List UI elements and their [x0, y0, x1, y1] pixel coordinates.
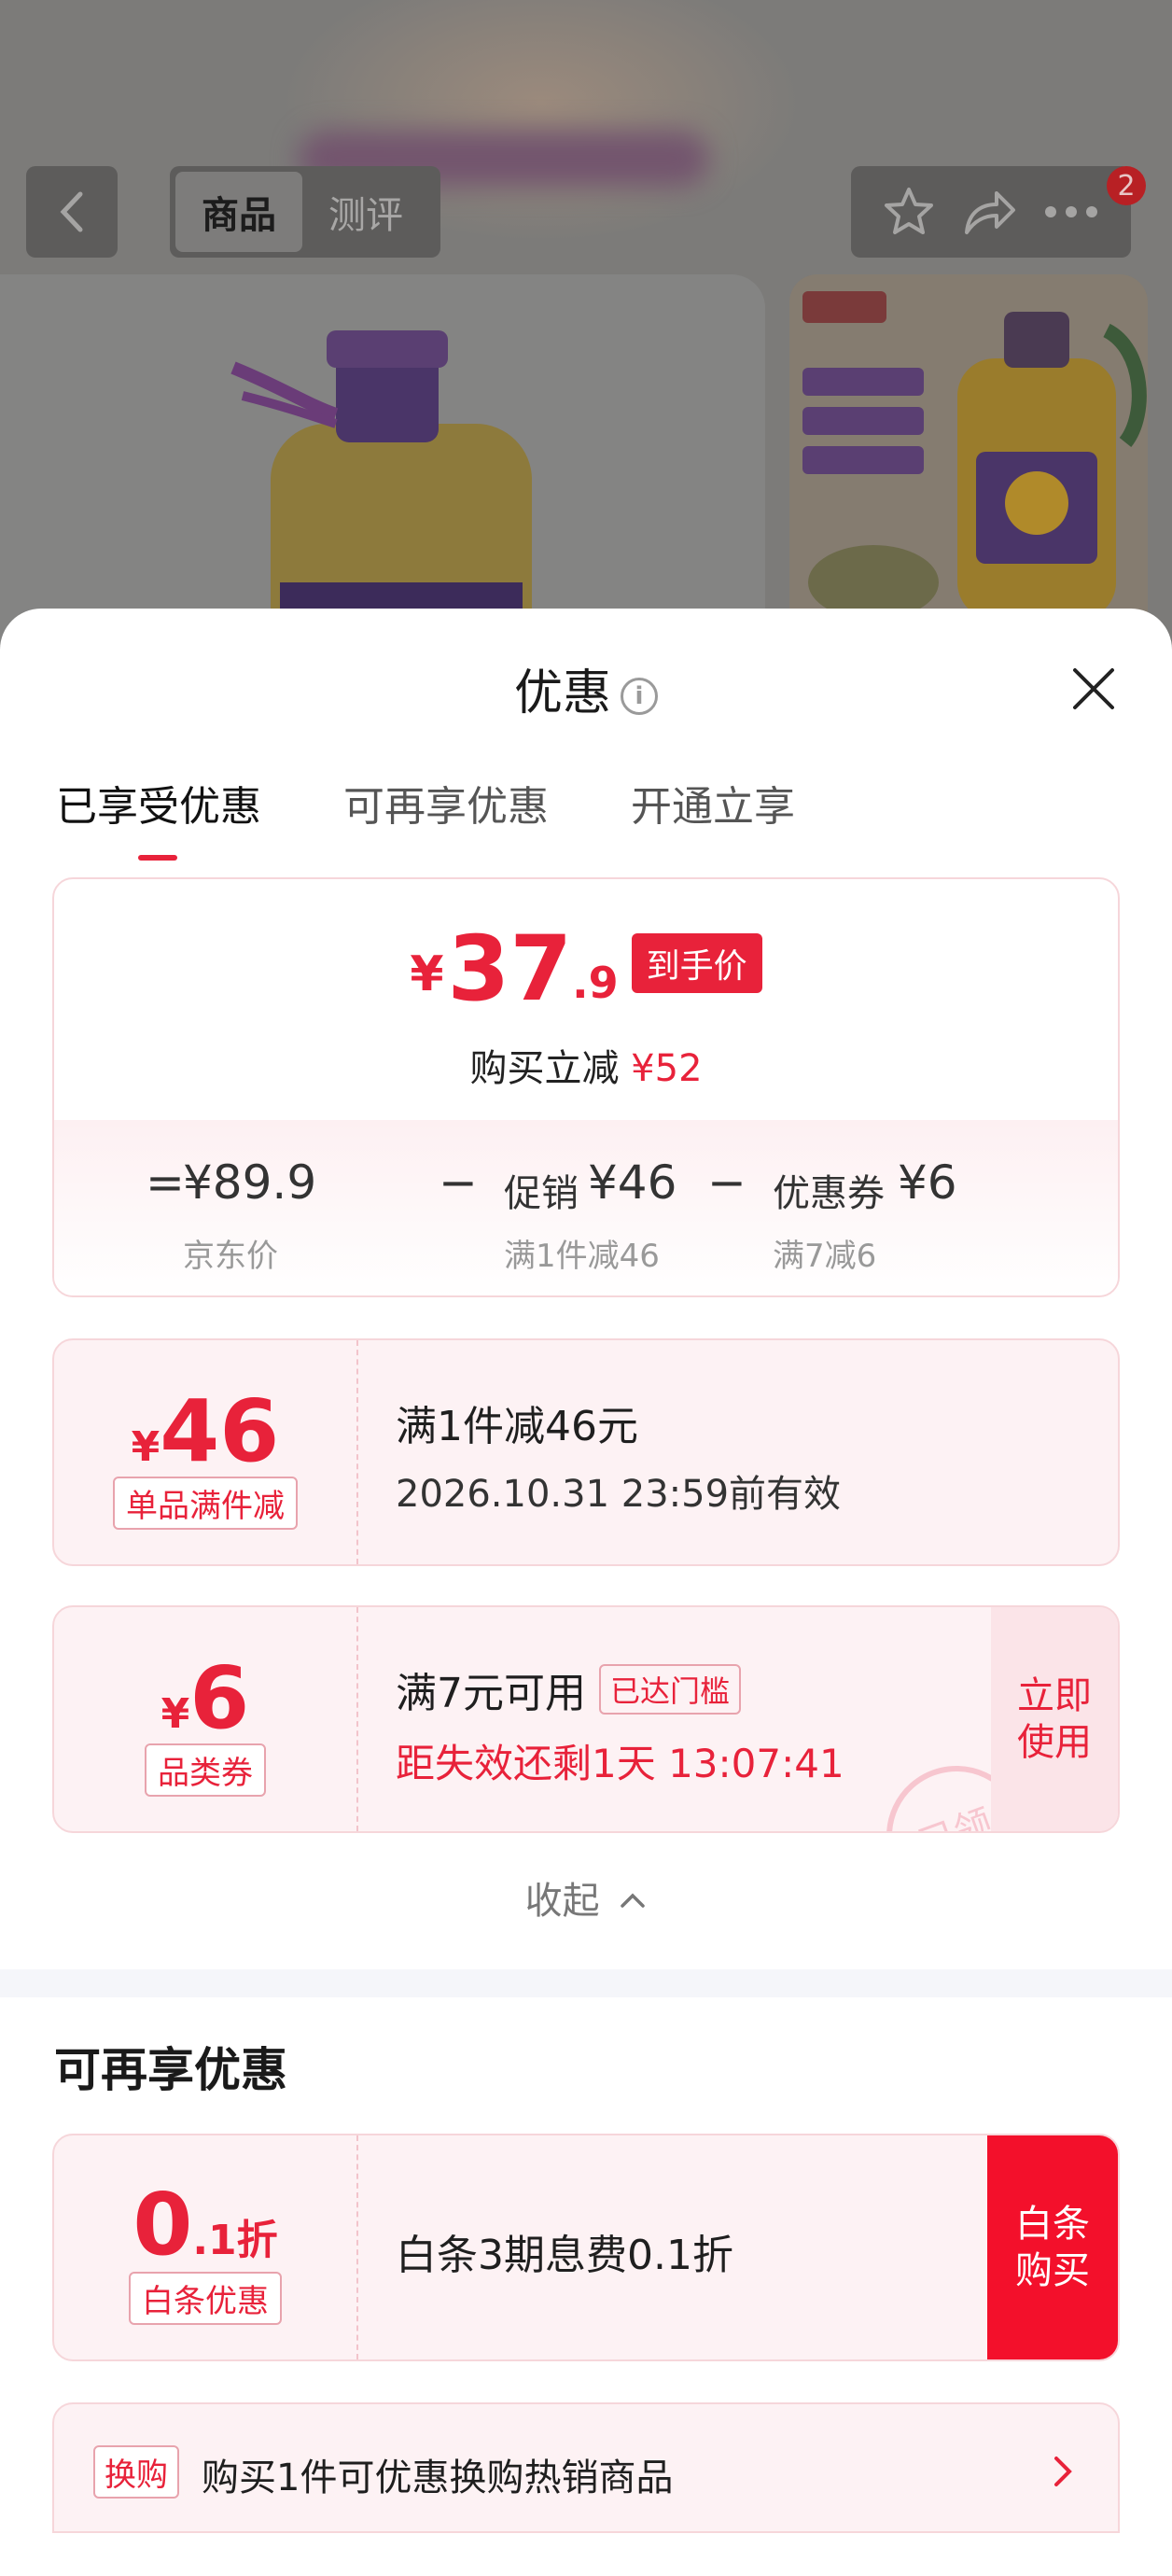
promo-prefix: 促销	[504, 1172, 579, 1215]
promo-amount-block: ¥46 单品满件减	[54, 1340, 356, 1564]
chevron-left-icon	[60, 191, 83, 232]
coupon-label: 满7减6	[773, 1238, 877, 1275]
message-badge: 2	[1107, 166, 1146, 205]
product-image-main[interactable]	[0, 274, 765, 666]
tab-enjoyed[interactable]: 已享受优惠	[56, 773, 261, 861]
card-divider	[356, 1340, 358, 1564]
share-icon[interactable]	[959, 184, 1019, 240]
final-price-currency: ¥	[410, 946, 444, 1002]
saving-amount: ¥52	[631, 1047, 703, 1090]
baitiao-button-line1: 白条	[1015, 2203, 1090, 2246]
back-button[interactable]	[26, 166, 118, 258]
tab-more-available[interactable]: 可再享优惠	[343, 773, 549, 833]
info-icon[interactable]: i	[621, 678, 658, 715]
swap-tag: 换购	[93, 2445, 179, 2499]
more-discounts-title: 可再享优惠	[54, 2043, 287, 2097]
baitiao-buy-button[interactable]: 白条 购买	[987, 2135, 1118, 2359]
coupon-card-title: 满7元可用	[396, 1670, 586, 1717]
close-icon[interactable]	[1069, 665, 1118, 713]
product-image-thumbnail[interactable]	[789, 274, 1148, 648]
equals-sign: =	[146, 1155, 185, 1210]
minus-sign: −	[439, 1155, 478, 1210]
use-button-line1: 立即	[1017, 1674, 1092, 1717]
tab-activate[interactable]: 开通立享	[631, 773, 795, 833]
collapse-label: 收起	[524, 1880, 600, 1923]
baitiao-amount-decimal: .1折	[192, 2217, 278, 2264]
baitiao-button-line2: 购买	[1015, 2249, 1090, 2292]
final-price-integer: 37	[447, 917, 573, 1021]
tab-review[interactable]: 测评	[302, 172, 429, 252]
coupon-card: ¥6 品类券 满7元可用已达门槛 距失效还剩1天 13:07:41 已领 立即使…	[52, 1605, 1120, 1833]
promo-card-title: 满1件减46元	[396, 1403, 638, 1450]
promo-card-tag: 单品满件减	[113, 1477, 298, 1530]
coupon-amount-block: ¥6 品类券	[54, 1607, 356, 1831]
tab-product[interactable]: 商品	[175, 172, 302, 252]
card-divider	[356, 1607, 358, 1831]
card-divider	[356, 2135, 358, 2359]
threshold-reached-badge: 已达门槛	[599, 1664, 742, 1715]
chevron-right-icon	[1054, 2457, 1072, 2486]
price-breakdown: = ¥89.9 京东价 − 促销 ¥46 满1件减46 − 优惠券 ¥6 满7减…	[54, 1120, 1118, 1295]
promo-amount: ¥46	[588, 1155, 677, 1210]
jd-price-label: 京东价	[183, 1238, 278, 1275]
final-price-tag: 到手价	[631, 933, 762, 993]
saving-label: 购买立减	[469, 1047, 620, 1090]
promo-card-currency: ¥	[131, 1423, 160, 1471]
coupon-card-title-row: 满7元可用 已达门槛	[396, 1659, 742, 1719]
collapse-button[interactable]: 收起	[0, 1870, 1172, 1925]
coupon-amount: ¥6	[898, 1155, 957, 1210]
sheet-title: 优惠 i	[0, 653, 1172, 723]
discount-tabs: 已享受优惠 可再享优惠 开通立享	[56, 773, 795, 861]
baitiao-amount-block: 0.1折 白条优惠	[54, 2135, 356, 2359]
oil-poster-image	[789, 274, 1148, 648]
star-icon[interactable]	[881, 184, 937, 240]
oil-bottle-image	[230, 330, 532, 666]
minus-sign: −	[707, 1155, 746, 1210]
sheet-title-text: 优惠	[513, 665, 611, 721]
jd-price: ¥89.9	[183, 1155, 317, 1210]
coupon-card-currency: ¥	[160, 1690, 190, 1738]
coupon-card-amount: 6	[189, 1648, 250, 1748]
price-summary-card: ¥ 37 .9 到手价 购买立减 ¥52 = ¥89.9 京东价 − 促销 ¥4…	[52, 877, 1120, 1297]
promo-card: ¥46 单品满件减 满1件减46元 2026.10.31 23:59前有效	[52, 1338, 1120, 1566]
promo-label: 满1件减46	[504, 1238, 660, 1275]
baitiao-amount-integer: 0	[133, 2175, 193, 2275]
header-tabs: 商品 测评	[170, 166, 440, 258]
baitiao-title: 白条3期息费0.1折	[396, 2232, 733, 2279]
coupon-card-tag: 品类券	[145, 1743, 266, 1797]
baitiao-card: 0.1折 白条优惠 白条3期息费0.1折 白条 购买	[52, 2134, 1120, 2361]
chevron-up-icon	[621, 1893, 646, 1908]
use-button-line2: 使用	[1017, 1721, 1092, 1764]
coupon-countdown: 距失效还剩1天 13:07:41	[396, 1741, 844, 1786]
use-coupon-button[interactable]: 立即 使用	[991, 1607, 1118, 1831]
swap-text: 购买1件可优惠换购热销商品	[202, 2457, 674, 2499]
more-icon[interactable]	[1041, 203, 1101, 221]
swap-purchase-card[interactable]: 换购 购买1件可优惠换购热销商品	[52, 2402, 1120, 2533]
header-actions	[851, 166, 1131, 258]
promo-card-validity: 2026.10.31 23:59前有效	[396, 1473, 842, 1516]
final-price: ¥ 37 .9 到手价	[54, 924, 1118, 1014]
section-separator	[0, 1969, 1172, 1997]
total-saving: 购买立减 ¥52	[54, 1038, 1118, 1092]
baitiao-tag: 白条优惠	[129, 2272, 282, 2325]
promo-card-amount: 46	[160, 1381, 280, 1481]
coupon-prefix: 优惠券	[773, 1172, 885, 1215]
final-price-decimal: .9	[572, 958, 619, 1008]
